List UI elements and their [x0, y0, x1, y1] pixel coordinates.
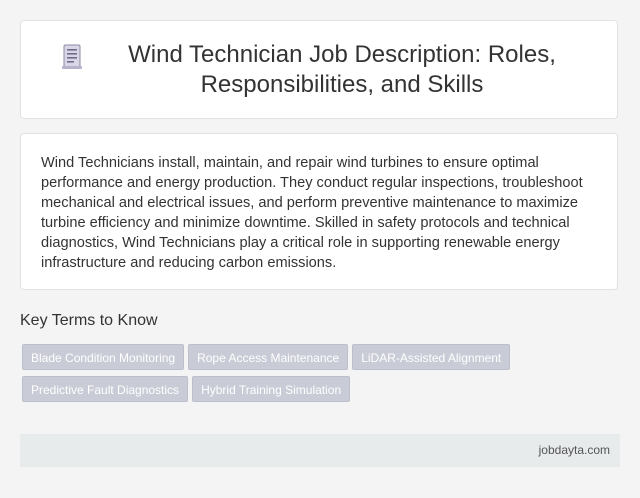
tag-lidar-assisted-alignment[interactable]: LiDAR-Assisted Alignment: [352, 344, 511, 370]
page-title: Wind Technician Job Description: Roles, …: [128, 40, 556, 98]
document-icon: [62, 44, 82, 69]
footer-site-link[interactable]: jobdayta.com: [539, 443, 610, 457]
description-text: Wind Technicians install, maintain, and …: [41, 155, 583, 271]
footer: jobdayta.com: [20, 434, 620, 467]
description-card: Wind Technicians install, maintain, and …: [20, 133, 618, 290]
key-terms-heading: Key Terms to Know: [20, 312, 158, 329]
tag-blade-condition-monitoring[interactable]: Blade Condition Monitoring: [22, 344, 185, 370]
tag-rope-access-maintenance[interactable]: Rope Access Maintenance: [188, 344, 349, 370]
key-terms-tags: Blade Condition Monitoring Rope Access Ma…: [22, 344, 582, 408]
title-card: Wind Technician Job Description: Roles, …: [20, 20, 618, 119]
page: Wind Technician Job Description: Roles, …: [0, 0, 640, 498]
title-wrap: Wind Technician Job Description: Roles, …: [61, 40, 577, 100]
tag-predictive-fault-diagnostics[interactable]: Predictive Fault Diagnostics: [22, 376, 189, 402]
tag-hybrid-training-simulation[interactable]: Hybrid Training Simulation: [192, 376, 351, 402]
